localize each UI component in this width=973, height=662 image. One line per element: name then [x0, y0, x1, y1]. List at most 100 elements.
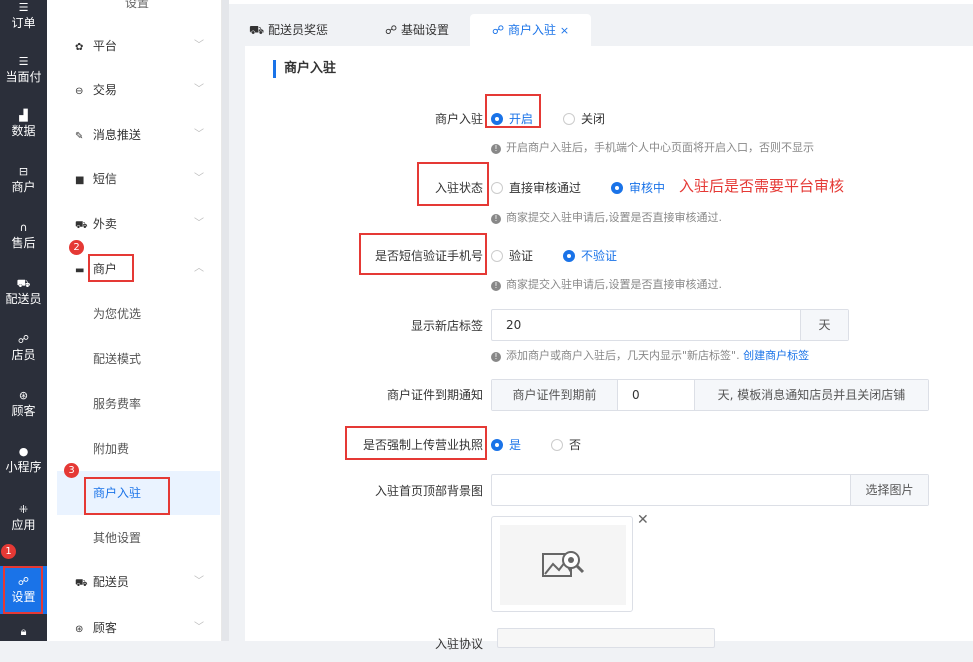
- sub-item-other-settings[interactable]: 其他设置: [57, 516, 220, 560]
- license-expiry-input[interactable]: 商户证件到期前 0 天, 模板消息通知店员并且关闭店铺: [491, 379, 929, 411]
- info-icon: !: [491, 214, 501, 224]
- transaction-icon: ⊖: [75, 86, 84, 97]
- tab-basic-settings[interactable]: ☍ 基础设置: [385, 14, 449, 46]
- new-store-days-input[interactable]: 20 天: [491, 309, 849, 341]
- nav-apps[interactable]: ⁜ 应用: [0, 494, 47, 540]
- delivery-icon: ⛟: [249, 23, 265, 37]
- sub-item-surcharge[interactable]: 附加费: [57, 427, 220, 471]
- nav-mini-program[interactable]: ● 小程序: [0, 436, 47, 482]
- close-icon[interactable]: ×: [560, 24, 569, 37]
- entry-bg-label: 入驻首页顶部背景图: [374, 484, 483, 498]
- new-store-tag-tip: ! 添加商户或商户入驻后，几天内显示"新店标签". 创建商户标签: [491, 347, 809, 363]
- highlight-sms-verify: [359, 233, 487, 275]
- user-icon: ☍: [385, 23, 398, 37]
- select-image-button[interactable]: 选择图片: [850, 475, 928, 505]
- force-license-no-radio[interactable]: 否: [551, 436, 581, 453]
- info-icon: !: [491, 281, 501, 291]
- merchant-entry-off-radio[interactable]: 关闭: [563, 110, 605, 127]
- nav-face-pay[interactable]: ☰ 当面付: [0, 46, 47, 92]
- customer-icon: ⊛: [75, 624, 84, 635]
- chevron-down-icon: ﹀: [194, 129, 204, 140]
- image-placeholder: [500, 525, 626, 605]
- merchant-entry-label: 商户入驻: [434, 112, 483, 126]
- entry-agreement-field[interactable]: [497, 628, 715, 648]
- store-icon: ⊟: [18, 165, 29, 178]
- nav-orders[interactable]: ☰ 订单: [0, 0, 47, 38]
- push-icon: ✎: [75, 131, 84, 142]
- delivery-icon: ⛟: [75, 578, 88, 589]
- license-expiry-suffix: 天, 模板消息通知店员并且关闭店铺: [694, 380, 928, 410]
- annotation-text: 入驻后是否需要平台审核: [679, 177, 845, 195]
- step-badge-3: 3: [64, 463, 79, 478]
- remove-image-icon[interactable]: ✕: [637, 512, 649, 528]
- sub-item-recommend[interactable]: 为您优选: [57, 292, 220, 336]
- nav-customer[interactable]: ⊛ 顾客: [0, 380, 47, 426]
- menu-item-trade[interactable]: ⊖ 交易 ﹀: [47, 68, 222, 112]
- apps-icon: ⁜: [18, 503, 29, 516]
- menu-item-customer[interactable]: ⊛ 顾客 ﹀: [47, 606, 222, 650]
- delivery-icon: ⛟: [16, 277, 31, 290]
- chevron-down-icon: ﹀: [194, 40, 204, 51]
- chevron-down-icon: ﹀: [194, 84, 204, 95]
- highlight-force-license: [345, 426, 487, 460]
- wechat-icon: ●: [18, 445, 29, 458]
- main-panel: 商户入驻 商户入驻 开启 关闭 ! 开启商户入驻后，手机端个人中心页面将开启入口，…: [245, 46, 973, 651]
- section-title: 商户入驻: [273, 60, 336, 78]
- menu-item-push[interactable]: ✎ 消息推送 ﹀: [47, 113, 222, 157]
- create-merchant-tag-link[interactable]: 创建商户标签: [743, 349, 809, 362]
- menu-header: 设置: [125, 0, 150, 10]
- chevron-up-icon: ︿: [194, 263, 204, 274]
- sub-item-delivery-mode[interactable]: 配送模式: [57, 337, 220, 381]
- store-icon: ▬: [75, 265, 85, 276]
- sms-verify-tip: ! 商家提交入驻申请后,设置是否直接审核通过.: [491, 276, 722, 292]
- menu-item-rider[interactable]: ⛟ 配送员 ﹀: [47, 560, 222, 604]
- chevron-down-icon: ﹀: [194, 576, 204, 587]
- nav-staff[interactable]: ☍ 店员: [0, 324, 47, 370]
- nav-data[interactable]: ▟ 数据: [0, 100, 47, 146]
- gear-icon: ✿: [75, 42, 84, 53]
- license-expiry-prefix: 商户证件到期前: [492, 380, 618, 410]
- entry-status-tip: ! 商家提交入驻申请后,设置是否直接审核通过.: [491, 209, 722, 225]
- staff-icon: ☍: [17, 333, 30, 346]
- tab-merchant-entry[interactable]: ☍ 商户入驻 ×: [470, 14, 592, 46]
- image-placeholder-icon: [542, 551, 585, 577]
- customer-icon: ⊛: [18, 389, 29, 402]
- bar-chart-icon: ▟: [19, 109, 28, 122]
- list-icon: ☰: [18, 1, 29, 14]
- image-upload-box[interactable]: [491, 516, 633, 612]
- highlight-menu-merchant: [88, 254, 134, 282]
- highlight-merchant-entry: [84, 477, 170, 515]
- nav-merchant[interactable]: ⊟ 商户: [0, 156, 47, 202]
- entry-status-direct-radio[interactable]: 直接审核通过: [491, 179, 581, 196]
- headset-icon: ∩: [19, 221, 28, 234]
- step-badge-1: 1: [1, 544, 16, 559]
- top-strip: [229, 0, 973, 4]
- info-icon: !: [491, 352, 501, 362]
- menu-scrollbar[interactable]: [222, 0, 229, 641]
- menu-item-platform[interactable]: ✿ 平台 ﹀: [47, 24, 222, 68]
- settings-menu: 设置 ✿ 平台 ﹀ ⊖ 交易 ﹀ ✎ 消息推送 ﹀ ■ 短信 ﹀ ⛟ 外卖 ﹀ ▬ 商户 ︿…: [47, 0, 222, 641]
- nav-lock[interactable]: 🔒︎: [0, 616, 47, 662]
- highlight-merchant-entry-on: [485, 94, 541, 128]
- sub-item-service-fee[interactable]: 服务费率: [57, 382, 220, 426]
- chevron-down-icon: ﹀: [194, 622, 204, 633]
- step-badge-2: 2: [69, 240, 84, 255]
- tab-rider-rewards[interactable]: ⛟ 配送员奖惩: [249, 14, 328, 46]
- nav-rider[interactable]: ⛟ 配送员: [0, 268, 47, 314]
- nav-after-sales[interactable]: ∩ 售后: [0, 212, 47, 258]
- new-store-tag-label: 显示新店标签: [410, 319, 483, 333]
- sms-verify-no-radio[interactable]: 不验证: [563, 247, 617, 264]
- entry-bg-input[interactable]: 选择图片: [491, 474, 929, 506]
- highlight-entry-status: [417, 162, 489, 206]
- tab-bar: ⛟ 配送员奖惩 ☍ 基础设置 ☍ 商户入驻 ×: [229, 10, 973, 46]
- entry-agreement-label: 入驻协议: [434, 637, 483, 651]
- sms-verify-yes-radio[interactable]: 验证: [491, 247, 533, 264]
- chevron-down-icon: ﹀: [194, 218, 204, 229]
- list-icon: ☰: [18, 55, 29, 68]
- user-icon: ☍: [492, 23, 505, 37]
- license-expiry-label: 商户证件到期通知: [386, 388, 483, 402]
- menu-item-sms[interactable]: ■ 短信 ﹀: [47, 157, 222, 201]
- force-license-yes-radio[interactable]: 是: [491, 436, 521, 453]
- new-store-days-suffix: 天: [800, 310, 848, 340]
- entry-status-reviewing-radio[interactable]: 审核中: [611, 179, 665, 196]
